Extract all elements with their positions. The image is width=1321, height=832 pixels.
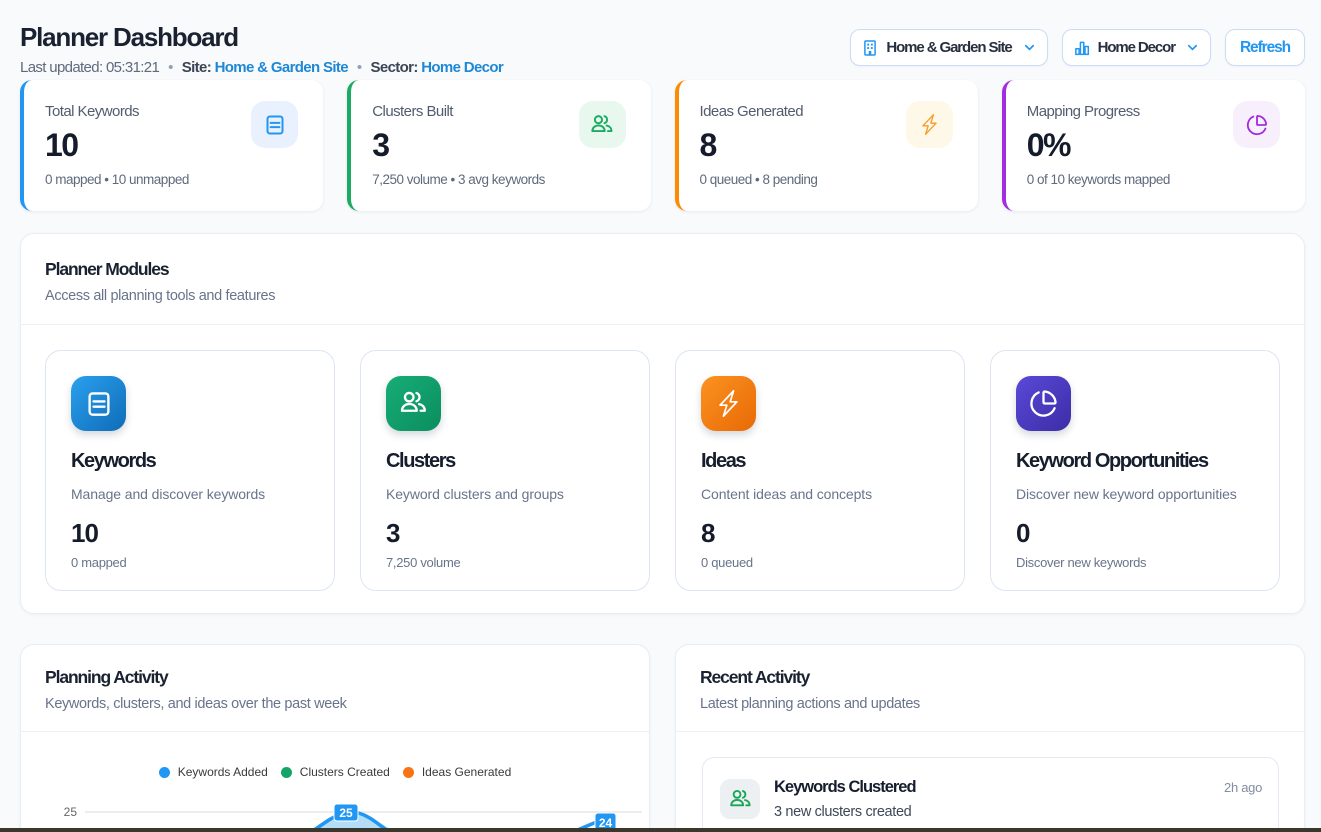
svg-text:25: 25 <box>339 806 353 820</box>
svg-text:25: 25 <box>64 805 78 819</box>
